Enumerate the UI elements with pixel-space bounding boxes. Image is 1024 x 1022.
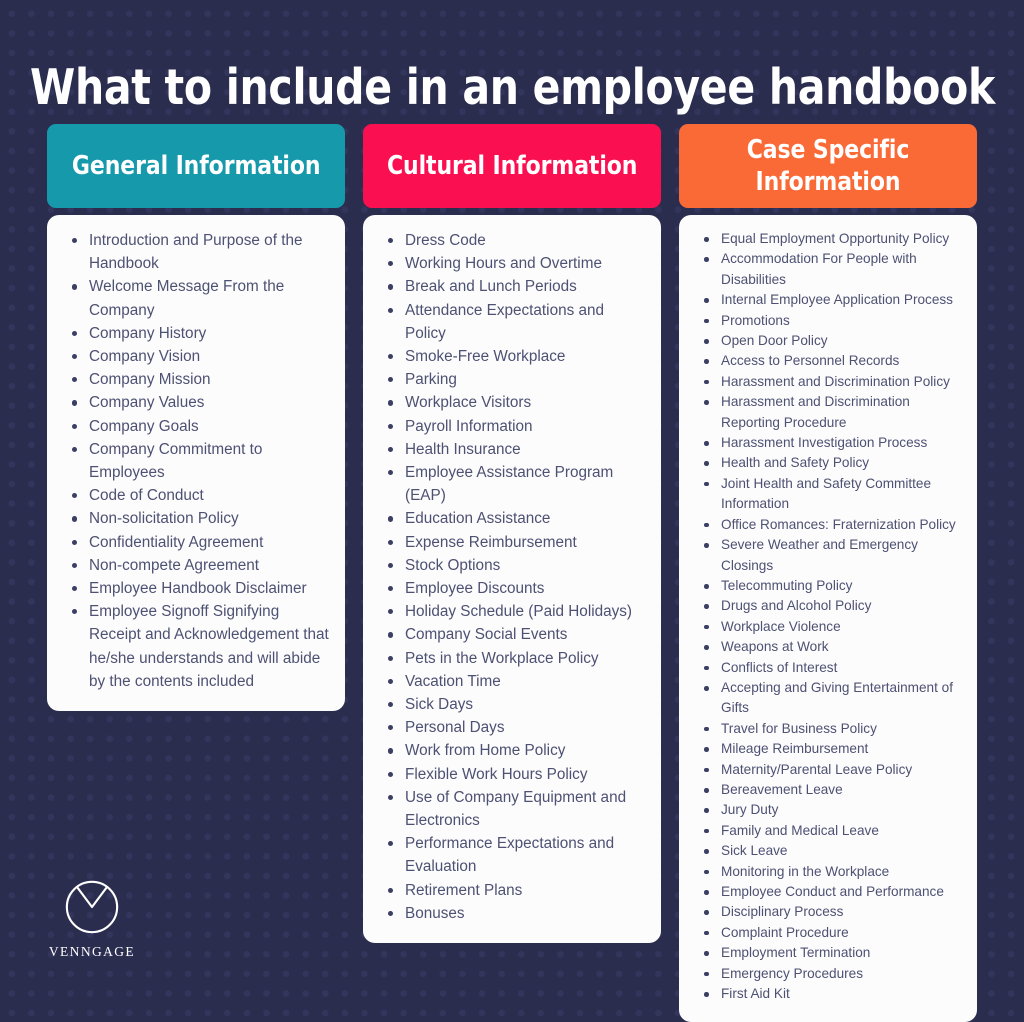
list-general-information: Introduction and Purpose of the Handbook… <box>61 229 331 693</box>
list-item: Company Commitment to Employees <box>61 438 331 484</box>
list-item: Internal Employee Application Process <box>693 290 963 310</box>
list-item: Jury Duty <box>693 800 963 820</box>
list-item: Telecommuting Policy <box>693 576 963 596</box>
list-item: Weapons at Work <box>693 637 963 657</box>
column-header-case-specific-information[interactable]: Case Specific Information <box>679 124 977 208</box>
column-header-general-information[interactable]: General Information <box>47 124 345 208</box>
list-item: Health and Safety Policy <box>693 453 963 473</box>
list-item: Company Goals <box>61 415 331 438</box>
list-item: Monitoring in the Workplace <box>693 862 963 882</box>
venngage-circle-chevron-icon <box>65 880 119 934</box>
column-case-specific-information: Case Specific Information Equal Employme… <box>679 124 977 1022</box>
list-item: Education Assistance <box>377 507 647 530</box>
list-item: Family and Medical Leave <box>693 821 963 841</box>
list-item: Vacation Time <box>377 670 647 693</box>
list-item: Confidentiality Agreement <box>61 531 331 554</box>
list-item: Promotions <box>693 311 963 331</box>
column-header-label: General Information <box>71 151 321 181</box>
list-item: Employee Discounts <box>377 577 647 600</box>
list-item: Pets in the Workplace Policy <box>377 647 647 670</box>
list-item: Smoke-Free Workplace <box>377 345 647 368</box>
list-item: Severe Weather and Emergency Closings <box>693 535 963 576</box>
list-item: Sick Days <box>377 693 647 716</box>
list-item: Company History <box>61 322 331 345</box>
list-item: Company Social Events <box>377 623 647 646</box>
page-title: What to include in an employee handbook <box>30 58 995 116</box>
list-item: First Aid Kit <box>693 984 963 1004</box>
list-item: Travel for Business Policy <box>693 719 963 739</box>
list-item: Workplace Violence <box>693 617 963 637</box>
list-item: Employment Termination <box>693 943 963 963</box>
card-case-specific-information: Equal Employment Opportunity Policy Acco… <box>679 215 977 1022</box>
list-item: Accommodation For People with Disabiliti… <box>693 249 963 290</box>
venngage-wordmark: VENNGAGE <box>48 944 136 959</box>
list-item: Joint Health and Safety Committee Inform… <box>693 474 963 515</box>
list-item: Employee Signoff Signifying Receipt and … <box>61 600 331 693</box>
column-general-information: General Information Introduction and Pur… <box>47 124 345 712</box>
list-item: Holiday Schedule (Paid Holidays) <box>377 600 647 623</box>
list-item: Personal Days <box>377 716 647 739</box>
list-item: Complaint Procedure <box>693 923 963 943</box>
list-item: Retirement Plans <box>377 879 647 902</box>
list-item: Workplace Visitors <box>377 391 647 414</box>
list-cultural-information: Dress Code Working Hours and Overtime Br… <box>377 229 647 925</box>
columns-container: General Information Introduction and Pur… <box>47 124 977 1022</box>
list-item: Company Vision <box>61 345 331 368</box>
list-item: Drugs and Alcohol Policy <box>693 596 963 616</box>
list-item: Bereavement Leave <box>693 780 963 800</box>
list-item: Emergency Procedures <box>693 964 963 984</box>
list-item: Harassment Investigation Process <box>693 433 963 453</box>
venngage-logo: VENNGAGE <box>32 878 152 960</box>
list-item: Work from Home Policy <box>377 739 647 762</box>
list-item: Disciplinary Process <box>693 902 963 922</box>
list-item: Bonuses <box>377 902 647 925</box>
list-item: Equal Employment Opportunity Policy <box>693 229 963 249</box>
list-item: Maternity/Parental Leave Policy <box>693 760 963 780</box>
list-item: Sick Leave <box>693 841 963 861</box>
list-item: Payroll Information <box>377 415 647 438</box>
list-item: Health Insurance <box>377 438 647 461</box>
list-item: Accepting and Giving Entertainment of Gi… <box>693 678 963 719</box>
list-item: Performance Expectations and Evaluation <box>377 832 647 878</box>
list-item: Employee Assistance Program (EAP) <box>377 461 647 507</box>
column-header-cultural-information[interactable]: Cultural Information <box>363 124 661 208</box>
infographic-poster: What to include in an employee handbook … <box>0 0 1024 1022</box>
list-item: Mileage Reimbursement <box>693 739 963 759</box>
list-item: Introduction and Purpose of the Handbook <box>61 229 331 275</box>
list-item: Non-solicitation Policy <box>61 507 331 530</box>
list-item: Expense Reimbursement <box>377 531 647 554</box>
list-item: Flexible Work Hours Policy <box>377 763 647 786</box>
list-item: Company Values <box>61 391 331 414</box>
list-case-specific-information: Equal Employment Opportunity Policy Acco… <box>693 229 963 1004</box>
card-cultural-information: Dress Code Working Hours and Overtime Br… <box>363 215 661 944</box>
list-item: Use of Company Equipment and Electronics <box>377 786 647 832</box>
list-item: Dress Code <box>377 229 647 252</box>
list-item: Working Hours and Overtime <box>377 252 647 275</box>
card-general-information: Introduction and Purpose of the Handbook… <box>47 215 345 712</box>
list-item: Employee Handbook Disclaimer <box>61 577 331 600</box>
list-item: Harassment and Discrimination Policy <box>693 372 963 392</box>
column-header-label: Case Specific Information <box>746 135 910 197</box>
list-item: Access to Personnel Records <box>693 351 963 371</box>
list-item: Parking <box>377 368 647 391</box>
list-item: Open Door Policy <box>693 331 963 351</box>
list-item: Conflicts of Interest <box>693 658 963 678</box>
list-item: Employee Conduct and Performance <box>693 882 963 902</box>
list-item: Company Mission <box>61 368 331 391</box>
list-item: Code of Conduct <box>61 484 331 507</box>
list-item: Harassment and Discrimination Reporting … <box>693 392 963 433</box>
column-header-label: Cultural Information <box>386 151 638 181</box>
list-item: Welcome Message From the Company <box>61 275 331 321</box>
list-item: Attendance Expectations and Policy <box>377 299 647 345</box>
list-item: Non-compete Agreement <box>61 554 331 577</box>
list-item: Break and Lunch Periods <box>377 275 647 298</box>
list-item: Office Romances: Fraternization Policy <box>693 515 963 535</box>
list-item: Stock Options <box>377 554 647 577</box>
column-cultural-information: Cultural Information Dress Code Working … <box>363 124 661 944</box>
